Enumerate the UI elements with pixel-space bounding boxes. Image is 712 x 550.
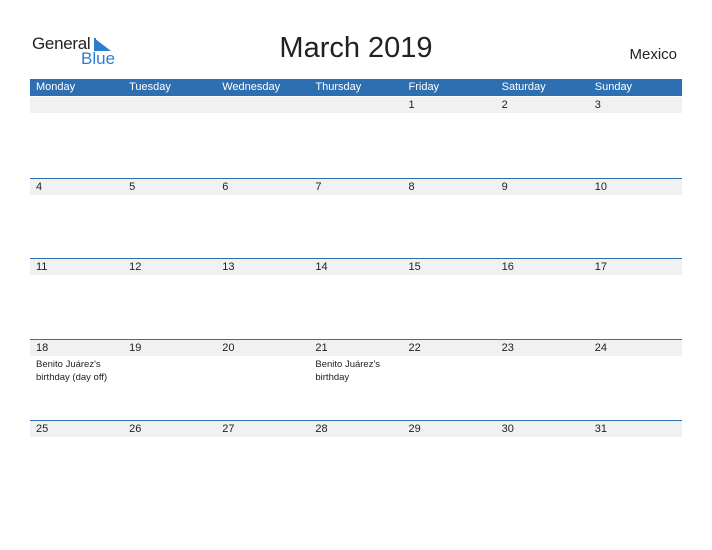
day-number: 23 [501,342,514,354]
holiday-event [30,195,123,197]
day-number: 29 [408,423,421,435]
day-number: 7 [315,181,322,193]
holiday-event [589,356,682,384]
day-number: 20 [222,342,235,354]
events-row [30,437,682,439]
day-number: 26 [129,423,142,435]
holiday-event [589,195,682,197]
holiday-event: Benito Juárez's birthday (day off) [36,359,108,383]
date-strip: 1 2 3 [30,97,682,113]
week-row: 4 5 6 7 8 9 10 [30,178,682,197]
holiday-event [496,437,589,439]
day-number [123,97,216,113]
holiday-event [589,113,682,115]
holiday-event [123,437,216,439]
weekday-saturday: Saturday [501,81,546,93]
day-number: 21 [315,342,328,354]
day-number: 25 [36,423,49,435]
day-number: 18 [36,342,49,354]
weekday-thursday: Thursday [315,81,362,93]
holiday-event [216,356,309,384]
holiday-event: Benito Juárez's birthday [315,359,381,383]
holiday-event [123,113,216,115]
day-number: 22 [408,342,421,354]
holiday-event [216,195,309,197]
holiday-event [30,437,123,439]
holiday-event [589,275,682,277]
holiday-event [403,113,496,115]
date-strip: 4 5 6 7 8 9 10 [30,179,682,195]
date-strip: 11 12 13 14 15 16 17 [30,259,682,275]
weekday-wednesday: Wednesday [222,81,281,93]
day-number: 2 [501,99,508,111]
day-number: 31 [594,423,607,435]
events-row: Benito Juárez's birthday (day off) Benito… [30,356,682,384]
holiday-event [309,437,402,439]
holiday-event [496,356,589,384]
day-number: 1 [408,99,415,111]
holiday-event [123,275,216,277]
day-number: 14 [315,261,328,273]
day-number: 5 [129,181,136,193]
day-number: 12 [129,261,142,273]
day-number: 10 [594,181,607,193]
events-row [30,275,682,277]
holiday-event [216,275,309,277]
day-number: 17 [594,261,607,273]
events-row [30,113,682,115]
day-number [309,97,402,113]
date-strip: 25 26 27 28 29 30 31 [30,421,682,437]
weekday-header: Monday Tuesday Wednesday Thursday Friday… [30,79,682,96]
holiday-event [496,275,589,277]
day-number: 24 [594,342,607,354]
weekday-monday: Monday [36,81,76,93]
country-label: Mexico [629,46,677,63]
holiday-event [123,195,216,197]
holiday-event [30,113,123,115]
day-number: 27 [222,423,235,435]
holiday-event [403,356,496,384]
week-row: 25 26 27 28 29 30 31 [30,420,682,439]
day-number: 8 [408,181,415,193]
day-number: 19 [129,342,142,354]
date-strip: 18 19 20 21 22 23 24 [30,340,682,356]
holiday-event [216,113,309,115]
holiday-event [216,437,309,439]
events-row [30,195,682,197]
holiday-event [589,437,682,439]
weekday-tuesday: Tuesday [129,81,171,93]
day-number: 15 [408,261,421,273]
day-number: 30 [501,423,514,435]
holiday-event [496,195,589,197]
day-number: 11 [36,261,48,273]
week-row: 11 12 13 14 15 16 17 [30,258,682,277]
day-number: 28 [315,423,328,435]
holiday-event [309,113,402,115]
day-number: 4 [36,181,43,193]
day-number: 6 [222,181,229,193]
holiday-event [403,275,496,277]
week-row: 18 19 20 21 22 23 24 Benito Juárez's birthday (… [30,339,682,384]
week-row: 1 2 3 [30,97,682,115]
holiday-event [496,113,589,115]
calendar-title: March 2019 [279,32,433,64]
holiday-event [30,275,123,277]
holiday-event [403,195,496,197]
day-number: 9 [501,181,508,193]
holiday-event [309,195,402,197]
weekday-friday: Friday [408,81,440,93]
holiday-event [123,356,216,384]
day-number [30,97,123,113]
day-number: 3 [594,99,601,111]
day-number [216,97,309,113]
day-number: 13 [222,261,235,273]
weekday-sunday: Sunday [594,81,633,93]
holiday-event [403,437,496,439]
day-number: 16 [501,261,514,273]
holiday-event [309,275,402,277]
